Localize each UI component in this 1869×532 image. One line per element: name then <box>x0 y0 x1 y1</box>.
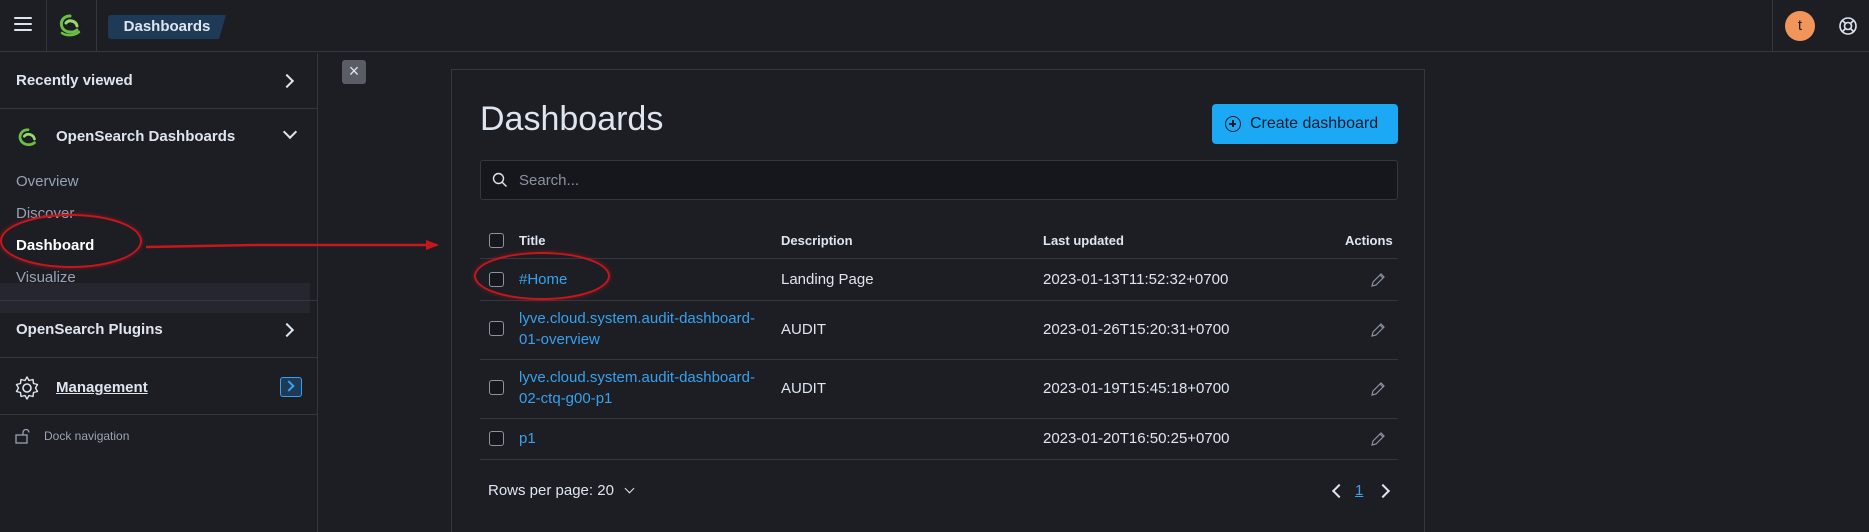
annotation-arrow <box>145 240 439 250</box>
